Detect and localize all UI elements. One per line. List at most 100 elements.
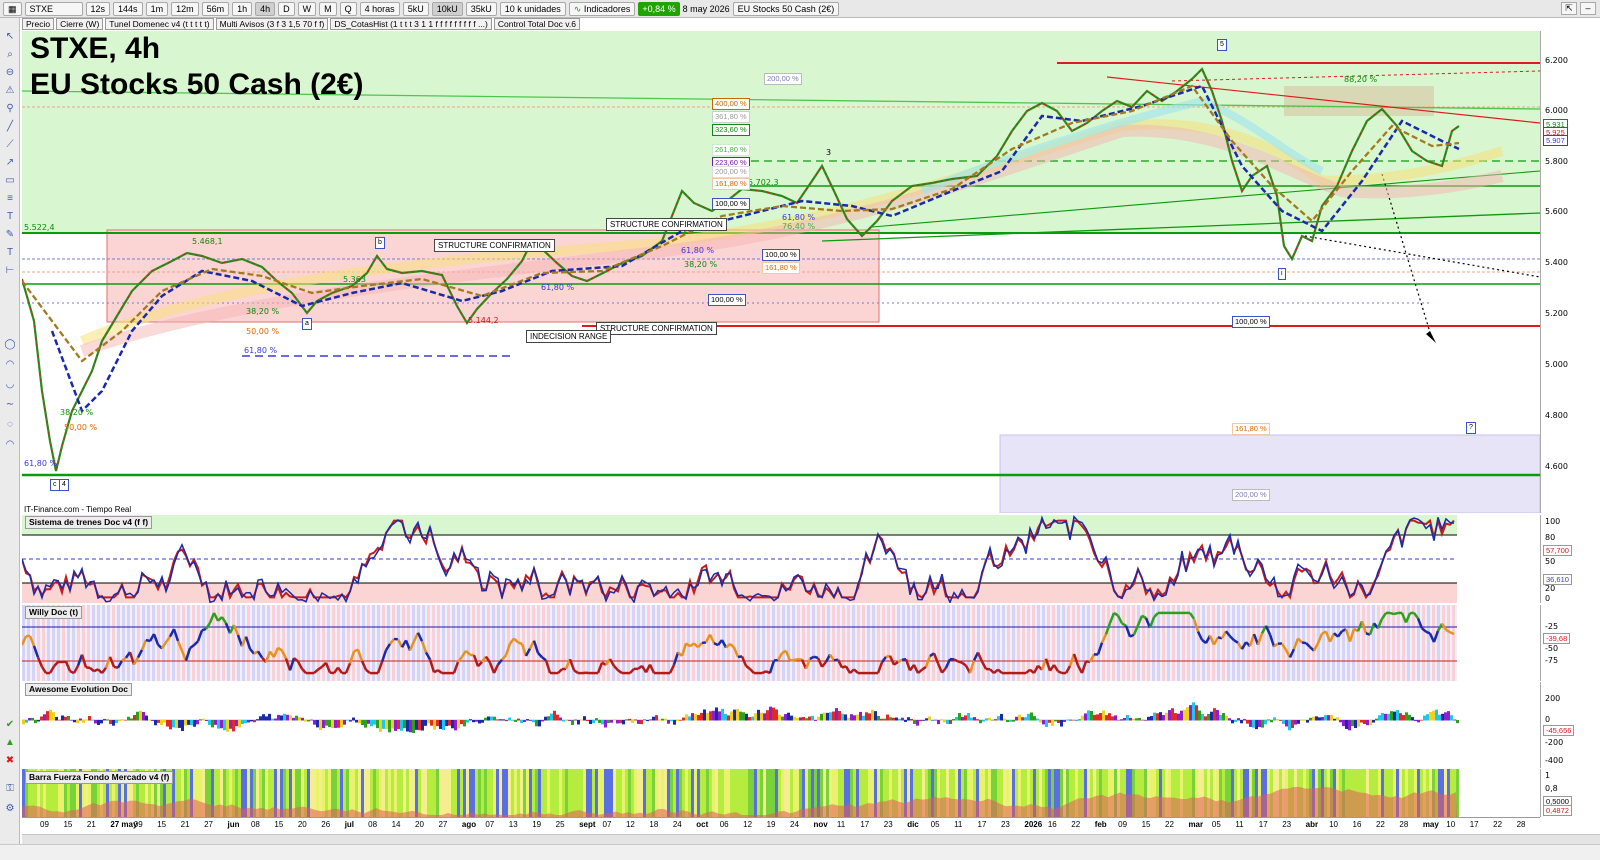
timeframe-56m[interactable]: 56m (201, 1, 230, 16)
overbought-zone (22, 515, 1457, 535)
pen-icon[interactable]: ✎ (3, 228, 17, 242)
indicators-button[interactable]: ∿ Indicadores (568, 1, 636, 16)
fibonacci-icon[interactable]: ≡ (3, 192, 17, 206)
text-label-icon[interactable]: T (3, 246, 17, 260)
settings-icon[interactable]: ⚙ (3, 802, 17, 816)
timeframe-1h[interactable]: 1h (232, 1, 253, 16)
volume-10ku[interactable]: 10kU (431, 1, 463, 16)
histogram-bar (883, 718, 886, 721)
fib-level: 61,80 % (681, 246, 715, 255)
histogram-bar (85, 719, 88, 721)
cycle-icon[interactable]: ◌ (3, 418, 17, 432)
histogram-bar (181, 720, 184, 731)
willy-bg-bar (1447, 605, 1450, 681)
histogram-bar (1231, 720, 1234, 724)
undock-icon[interactable]: ⇱ (1561, 2, 1577, 15)
willy-segment (1389, 611, 1395, 616)
willy-bg-bar (787, 605, 790, 681)
overlay-item[interactable]: Tunel Domenec v4 (t t t t t) (105, 18, 214, 30)
awesome-pane[interactable] (22, 682, 1540, 768)
time-axis[interactable]: 09 15 21 27 may 09 15 21 27 jun 08 15 20 26 jul 08 14 20… (22, 817, 1540, 833)
wave-icon[interactable]: ∼ (3, 398, 17, 412)
lock-icon[interactable]: ⚿ (3, 782, 17, 796)
green-tool-icon[interactable]: ◠ (3, 438, 17, 452)
price-scale[interactable]: 6.200 6.000 5.931 5.925 5.907 5.800 5.60… (1540, 31, 1600, 513)
histogram-bar (1120, 719, 1123, 721)
histogram-bar (946, 720, 949, 725)
willy-bg-bar (1337, 605, 1340, 681)
histogram-bar (1291, 720, 1294, 728)
histogram-bar (451, 720, 454, 729)
histogram-bar (1186, 707, 1189, 721)
horizontal-scrollbar[interactable] (22, 834, 1600, 844)
histogram-bar (1087, 710, 1090, 721)
willy-pane[interactable] (22, 605, 1540, 681)
time-label: oct (696, 820, 709, 829)
ray-icon[interactable]: ↗ (3, 156, 17, 170)
histogram-bar (1021, 717, 1024, 721)
willy-bg-bar (1352, 605, 1355, 681)
timeframe-4h[interactable]: 4h (255, 1, 276, 16)
timeframe-d[interactable]: D (278, 1, 295, 16)
timeframe-1m[interactable]: 1m (145, 1, 169, 16)
minimize-icon[interactable]: – (1580, 2, 1596, 15)
pane-title[interactable]: Barra Fuerza Fondo Mercado v4 (f) (25, 771, 174, 784)
grid-icon[interactable]: ▦ (3, 1, 22, 16)
zoom-out-icon[interactable]: ⊖ (3, 66, 17, 80)
strength-bar (382, 769, 385, 817)
delete-icon[interactable]: ✖ (3, 754, 17, 768)
check-icon[interactable]: ✔ (3, 718, 17, 732)
overlay-item[interactable]: Multi Avisos (3 f 3 1,5 70 f f) (215, 18, 329, 30)
histogram-bar (550, 713, 553, 721)
volume-35ku[interactable]: 35kU (465, 1, 497, 16)
willy-bg-bar (567, 605, 570, 681)
pane-title[interactable]: Willy Doc (t) (25, 606, 83, 619)
volume-5ku[interactable]: 5kU (402, 1, 429, 16)
strength-bar (319, 769, 322, 817)
rectangle-icon[interactable]: ▭ (3, 174, 17, 188)
measure-icon[interactable]: ⊢ (3, 264, 17, 278)
units-select[interactable]: 10 k unidades (499, 1, 566, 16)
time-label: 17 (860, 820, 870, 829)
willy-bg-bar (442, 605, 445, 681)
histogram-bar (64, 716, 67, 721)
timeframe-m[interactable]: M (319, 1, 337, 16)
cursor-icon[interactable]: ↖ (3, 30, 17, 44)
willy-segment (813, 655, 819, 660)
zoom-icon[interactable]: ⌕ (3, 48, 17, 62)
trenes-pane[interactable] (22, 515, 1540, 603)
histogram-bar (469, 719, 472, 721)
willy-bg-bar (762, 605, 765, 681)
histogram-bar (1420, 720, 1423, 721)
ellipse-icon[interactable]: ◯ (3, 338, 17, 352)
barra-pane[interactable] (22, 769, 1540, 817)
pane-title[interactable]: Sistema de trenes Doc v4 (f f) (25, 516, 153, 529)
fib-level: 400,00 % (712, 98, 750, 110)
curve-icon[interactable]: ◡ (3, 378, 17, 392)
magnet-icon[interactable]: ⚲ (3, 102, 17, 116)
timeframe-w[interactable]: W (297, 1, 317, 16)
histogram-bar (913, 720, 916, 725)
trend-icon[interactable]: ⟋ (3, 138, 17, 152)
timeframe-12m[interactable]: 12m (171, 1, 199, 16)
willy-bg-bar (882, 605, 885, 681)
overlay-item[interactable]: Control Total Doc v.6 (493, 18, 580, 30)
histogram-bar (1294, 720, 1297, 725)
arc-icon[interactable]: ◠ (3, 358, 17, 372)
interval-select[interactable]: 4 horas (359, 1, 400, 16)
timeframe-144s[interactable]: 144s (113, 1, 143, 16)
overlay-item[interactable]: Precio (22, 18, 55, 30)
symbol-select[interactable]: STXE (24, 1, 83, 16)
pane-title[interactable]: Awesome Evolution Doc (25, 683, 133, 696)
timeframe-q[interactable]: Q (339, 1, 357, 16)
willy-bg-bar (792, 605, 795, 681)
text-tool-icon[interactable]: T (3, 210, 17, 224)
thumbs-up-icon[interactable]: ▲ (3, 736, 17, 750)
willy-bg-bar (1022, 605, 1025, 681)
histogram-bar (49, 709, 52, 721)
line-tool-icon[interactable]: ╱ (3, 120, 17, 134)
overlay-item[interactable]: DS_CotasHist (1 t t t 3 1 1 f f f f f f … (330, 18, 492, 30)
overlay-item[interactable]: Cierre (W) (56, 18, 104, 30)
timeframe-12s[interactable]: 12s (85, 1, 111, 16)
alert-icon[interactable]: ⚠ (3, 84, 17, 98)
